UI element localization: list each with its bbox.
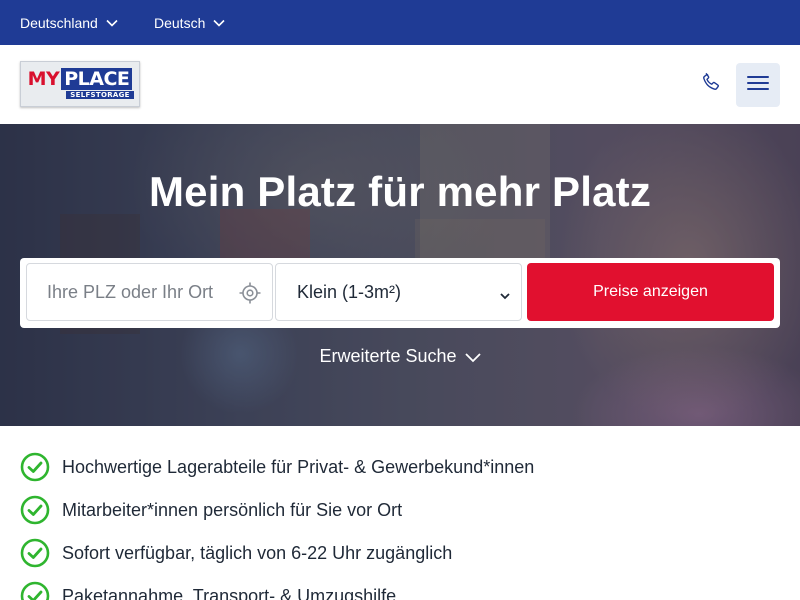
benefits-list: Hochwertige Lagerabteile für Privat- & G… [20,452,780,600]
show-prices-button[interactable]: Preise anzeigen [527,263,774,321]
size-select[interactable]: Klein (1-3m²) [275,263,522,321]
logo-wordmark: MY PLACE [27,68,133,90]
hamburger-menu-icon [747,75,769,96]
myplace-logo[interactable]: MY PLACE SELFSTORAGE [20,61,140,107]
chevron-down-icon [106,17,118,29]
chevron-down-icon [464,351,481,363]
logo-my: MY [27,68,60,90]
benefit-item: Paketannahme, Transport- & Umzugshilfe [20,581,780,600]
search-form: Klein (1-3m²) Preise anzeigen [20,258,780,328]
benefit-item: Hochwertige Lagerabteile für Privat- & G… [20,452,780,495]
benefit-item: Mitarbeiter*innen persönlich für Sie vor… [20,495,780,538]
checkmark-icon [20,495,50,525]
hero-section: Mein Platz für mehr Platz Klein (1-3m²) … [0,124,800,426]
site-header: MY PLACE SELFSTORAGE [0,45,800,124]
country-selector[interactable]: Deutschland [20,0,118,45]
locate-me-icon[interactable] [238,281,262,305]
phone-button[interactable] [696,69,726,99]
logo-place: PLACE [61,68,133,90]
location-field[interactable] [26,263,273,321]
chevron-down-icon [499,288,511,300]
benefit-item: Sofort verfügbar, täglich von 6-22 Uhr z… [20,538,780,581]
phone-icon [700,71,722,98]
language-label: Deutsch [154,14,206,31]
checkmark-icon [20,538,50,568]
benefit-text: Paketannahme, Transport- & Umzugshilfe [62,586,397,600]
menu-button[interactable] [736,63,780,107]
location-input[interactable] [47,281,237,303]
country-label: Deutschland [20,14,98,31]
size-select-value: Klein (1-3m²) [297,281,402,302]
logo-subtitle: SELFSTORAGE [66,91,134,99]
hero-title: Mein Platz für mehr Platz [148,168,652,215]
checkmark-icon [20,581,50,600]
checkmark-icon [20,452,50,482]
benefit-text: Mitarbeiter*innen persönlich für Sie vor… [62,500,403,520]
language-selector[interactable]: Deutsch [154,0,225,45]
benefit-text: Sofort verfügbar, täglich von 6-22 Uhr z… [62,543,453,563]
advanced-search-toggle[interactable]: Erweiterte Suche [0,346,800,367]
chevron-down-icon [213,17,225,29]
benefit-text: Hochwertige Lagerabteile für Privat- & G… [62,457,535,477]
top-bar: Deutschland Deutsch [0,0,800,45]
advanced-search-label: Erweiterte Suche [319,346,457,366]
